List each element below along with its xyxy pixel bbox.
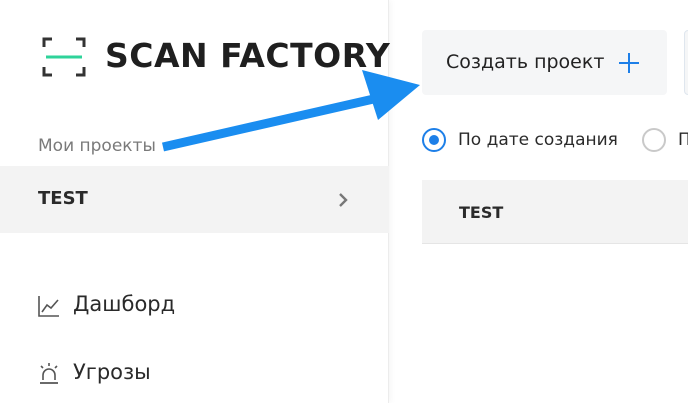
sort-option-other[interactable]: П [642,128,688,154]
create-project-label: Создать проект [446,51,605,73]
sort-option-label: П [678,130,688,150]
sort-option-created[interactable]: По дате создания [422,128,652,154]
sidebar: SCAN FACTORY Мои проекты TEST Дашборд Уг… [0,0,391,403]
sidebar-item-dashboard[interactable]: Дашборд [38,292,338,322]
sidebar-item-threats[interactable]: Угрозы [38,360,338,390]
projects-table-header: TEST [422,180,688,244]
chart-line-icon [38,295,60,317]
app-window: SCAN FACTORY Мои проекты TEST Дашборд Уг… [0,0,688,403]
projects-section-label: Мои проекты [38,136,156,156]
sidebar-project-item[interactable]: TEST [0,166,389,233]
app-name: SCAN FACTORY [105,36,391,75]
chevron-right-icon [337,192,349,208]
secondary-button[interactable] [684,30,688,95]
sidebar-item-label: Дашборд [73,292,176,316]
create-project-button[interactable]: Создать проект [422,30,667,95]
alarm-light-icon [38,363,60,385]
plus-icon [618,52,640,74]
sidebar-item-label: Угрозы [73,360,151,384]
radio-unselected[interactable] [642,128,666,152]
scan-frame-logo-icon [42,37,86,77]
sort-option-label: По дате создания [458,130,618,150]
project-name: TEST [38,188,88,209]
radio-selected[interactable] [422,128,446,152]
table-column-header: TEST [459,203,504,222]
